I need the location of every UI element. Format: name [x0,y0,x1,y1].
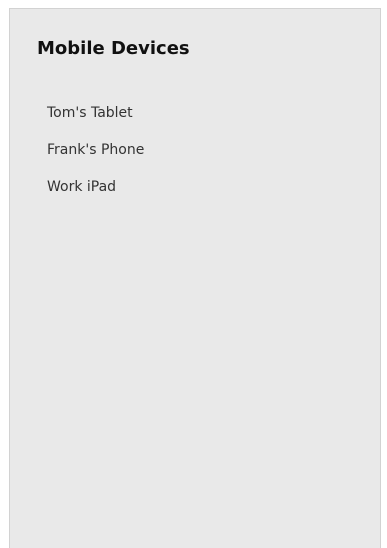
device-list: Tom's Tablet Frank's Phone Work iPad [47,101,144,212]
device-item-toms-tablet[interactable]: Tom's Tablet [47,101,144,138]
mobile-devices-panel: Mobile Devices Tom's Tablet Frank's Phon… [9,8,381,548]
panel-title: Mobile Devices [37,38,190,59]
device-item-franks-phone[interactable]: Frank's Phone [47,138,144,175]
device-item-work-ipad[interactable]: Work iPad [47,175,144,212]
